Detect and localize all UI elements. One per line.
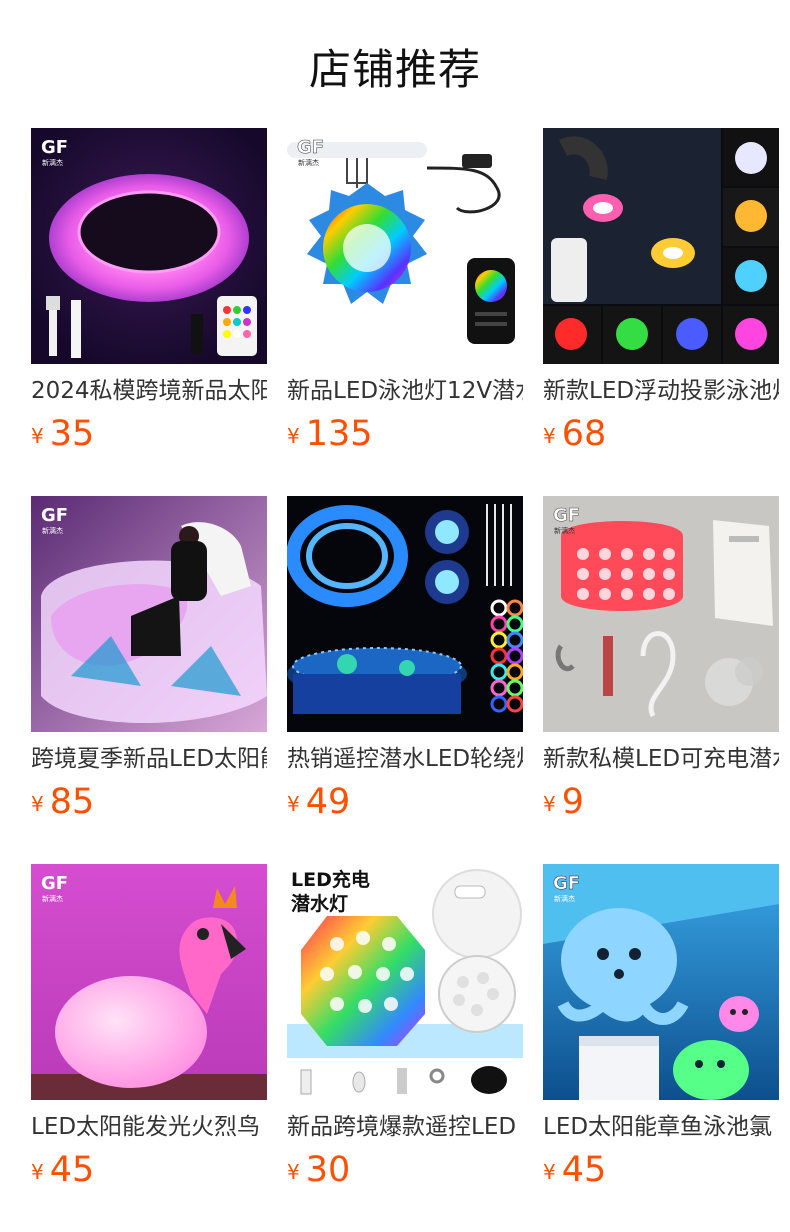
glowing-flamingo-image: GF 新漓杰 [31, 864, 267, 1100]
section-title: 店铺推荐 [308, 45, 481, 94]
product-price: ¥45 [31, 1150, 94, 1190]
pink-ring-light-image: GF 新漓杰 [31, 128, 267, 364]
currency-symbol: ¥ [31, 1160, 44, 1184]
product-image[interactable]: LED充电 潜水灯 [287, 864, 523, 1100]
octopus-dispenser-image: GF 新漓杰 [543, 864, 779, 1100]
product-price: ¥35 [31, 414, 94, 454]
rgb-pool-light-image: GF 新漓杰 [287, 128, 523, 364]
image-caption-line2: 潜水灯 [291, 892, 348, 915]
product-card[interactable]: GF 新漓杰 LED太阳能发光火烈鸟 ¥45 [31, 864, 267, 1232]
brand-logo: GF [553, 873, 580, 894]
brand-logo: GF [553, 505, 580, 526]
product-image[interactable]: GF 新漓杰 [543, 496, 779, 732]
product-price: ¥85 [31, 782, 94, 822]
product-price: ¥9 [543, 782, 584, 822]
product-name[interactable]: 跨境夏季新品LED太阳能 [31, 744, 267, 774]
product-name[interactable]: 热销遥控潜水LED轮绕灯 [287, 744, 523, 774]
product-card[interactable]: GF 新漓杰 新品LED泳池灯12V潜水 ¥135 [287, 128, 523, 496]
product-image[interactable]: GF 新漓杰 [31, 864, 267, 1100]
currency-symbol: ¥ [31, 792, 44, 816]
product-price: ¥30 [287, 1150, 350, 1190]
product-card[interactable]: 热销遥控潜水LED轮绕灯 ¥49 [287, 496, 523, 864]
product-card[interactable]: GF 新漓杰 2024私模跨境新品太阳能 ¥35 [31, 128, 267, 496]
brand-logo: GF [41, 137, 68, 158]
brand-sub: 新漓杰 [554, 894, 575, 903]
price-value: 85 [49, 782, 95, 822]
brand-sub: 新漓杰 [42, 894, 63, 903]
currency-symbol: ¥ [287, 792, 300, 816]
price-value: 35 [49, 414, 95, 454]
product-name[interactable]: 新品LED泳池灯12V潜水 [287, 376, 523, 406]
currency-symbol: ¥ [31, 424, 44, 448]
price-value: 45 [49, 1150, 95, 1190]
price-value: 30 [305, 1150, 351, 1190]
product-name[interactable]: 新品跨境爆款遥控LED [287, 1112, 523, 1142]
product-name[interactable]: LED太阳能章鱼泳池氯 [543, 1112, 779, 1142]
price-value: 135 [305, 414, 373, 454]
product-price: ¥135 [287, 414, 373, 454]
product-price: ¥45 [543, 1150, 606, 1190]
image-caption-line1: LED充电 [291, 868, 370, 891]
currency-symbol: ¥ [543, 424, 556, 448]
submersible-light-image: LED充电 潜水灯 [287, 864, 523, 1100]
product-image[interactable]: GF 新漓杰 [31, 128, 267, 364]
product-card[interactable]: GF 新漓杰 跨境夏季新品LED太阳能 ¥85 [31, 496, 267, 864]
floating-projection-light-image [543, 128, 779, 364]
product-name[interactable]: 新款私模LED可充电潜水 [543, 744, 779, 774]
led-strip-pool-image [287, 496, 523, 732]
product-card[interactable]: GF 新漓杰 新款私模LED可充电潜水 ¥9 [543, 496, 779, 864]
currency-symbol: ¥ [287, 1160, 300, 1184]
rechargeable-led-panel-image: GF 新漓杰 [543, 496, 779, 732]
brand-sub: 新漓杰 [298, 158, 319, 167]
brand-sub: 新漓杰 [42, 526, 63, 535]
product-image[interactable]: GF 新漓杰 [31, 496, 267, 732]
product-price: ¥68 [543, 414, 606, 454]
product-name[interactable]: 2024私模跨境新品太阳能 [31, 376, 267, 406]
shop-recommendations-page: 店铺推荐 GF 新漓杰 2024私模跨境新品太阳 ¥ 35 GF 新漓杰 新品L… [0, 0, 790, 1232]
price-value: 68 [561, 414, 607, 454]
price-value: 45 [561, 1150, 607, 1190]
currency-symbol: ¥ [543, 1160, 556, 1184]
product-image[interactable]: GF 新漓杰 [543, 864, 779, 1100]
product-image[interactable]: GF 新漓杰 [287, 128, 523, 364]
currency-symbol: ¥ [287, 424, 300, 448]
price-value: 9 [561, 782, 585, 822]
brand-logo: GF [297, 137, 324, 158]
product-image[interactable] [287, 496, 523, 732]
product-card[interactable]: GF 新漓杰 LED太阳能章鱼泳池氯 ¥45 [543, 864, 779, 1232]
product-grid: GF 新漓杰 2024私模跨境新品太阳能 ¥35 [31, 128, 779, 1232]
brand-logo: GF [41, 505, 68, 526]
product-image[interactable] [543, 128, 779, 364]
brand-sub: 新漓杰 [42, 158, 63, 167]
product-price: ¥49 [287, 782, 350, 822]
currency-symbol: ¥ [543, 792, 556, 816]
inflatable-lounger-image: GF 新漓杰 [31, 496, 267, 732]
brand-logo: GF [41, 873, 68, 894]
product-card[interactable]: 新款LED浮动投影泳池灯 ¥68 [543, 128, 779, 496]
product-name[interactable]: LED太阳能发光火烈鸟 [31, 1112, 267, 1142]
product-card[interactable]: LED充电 潜水灯 新品跨境爆款遥控LED ¥30 [287, 864, 523, 1232]
price-value: 49 [305, 782, 351, 822]
product-name[interactable]: 新款LED浮动投影泳池灯 [543, 376, 779, 406]
brand-sub: 新漓杰 [554, 526, 575, 535]
